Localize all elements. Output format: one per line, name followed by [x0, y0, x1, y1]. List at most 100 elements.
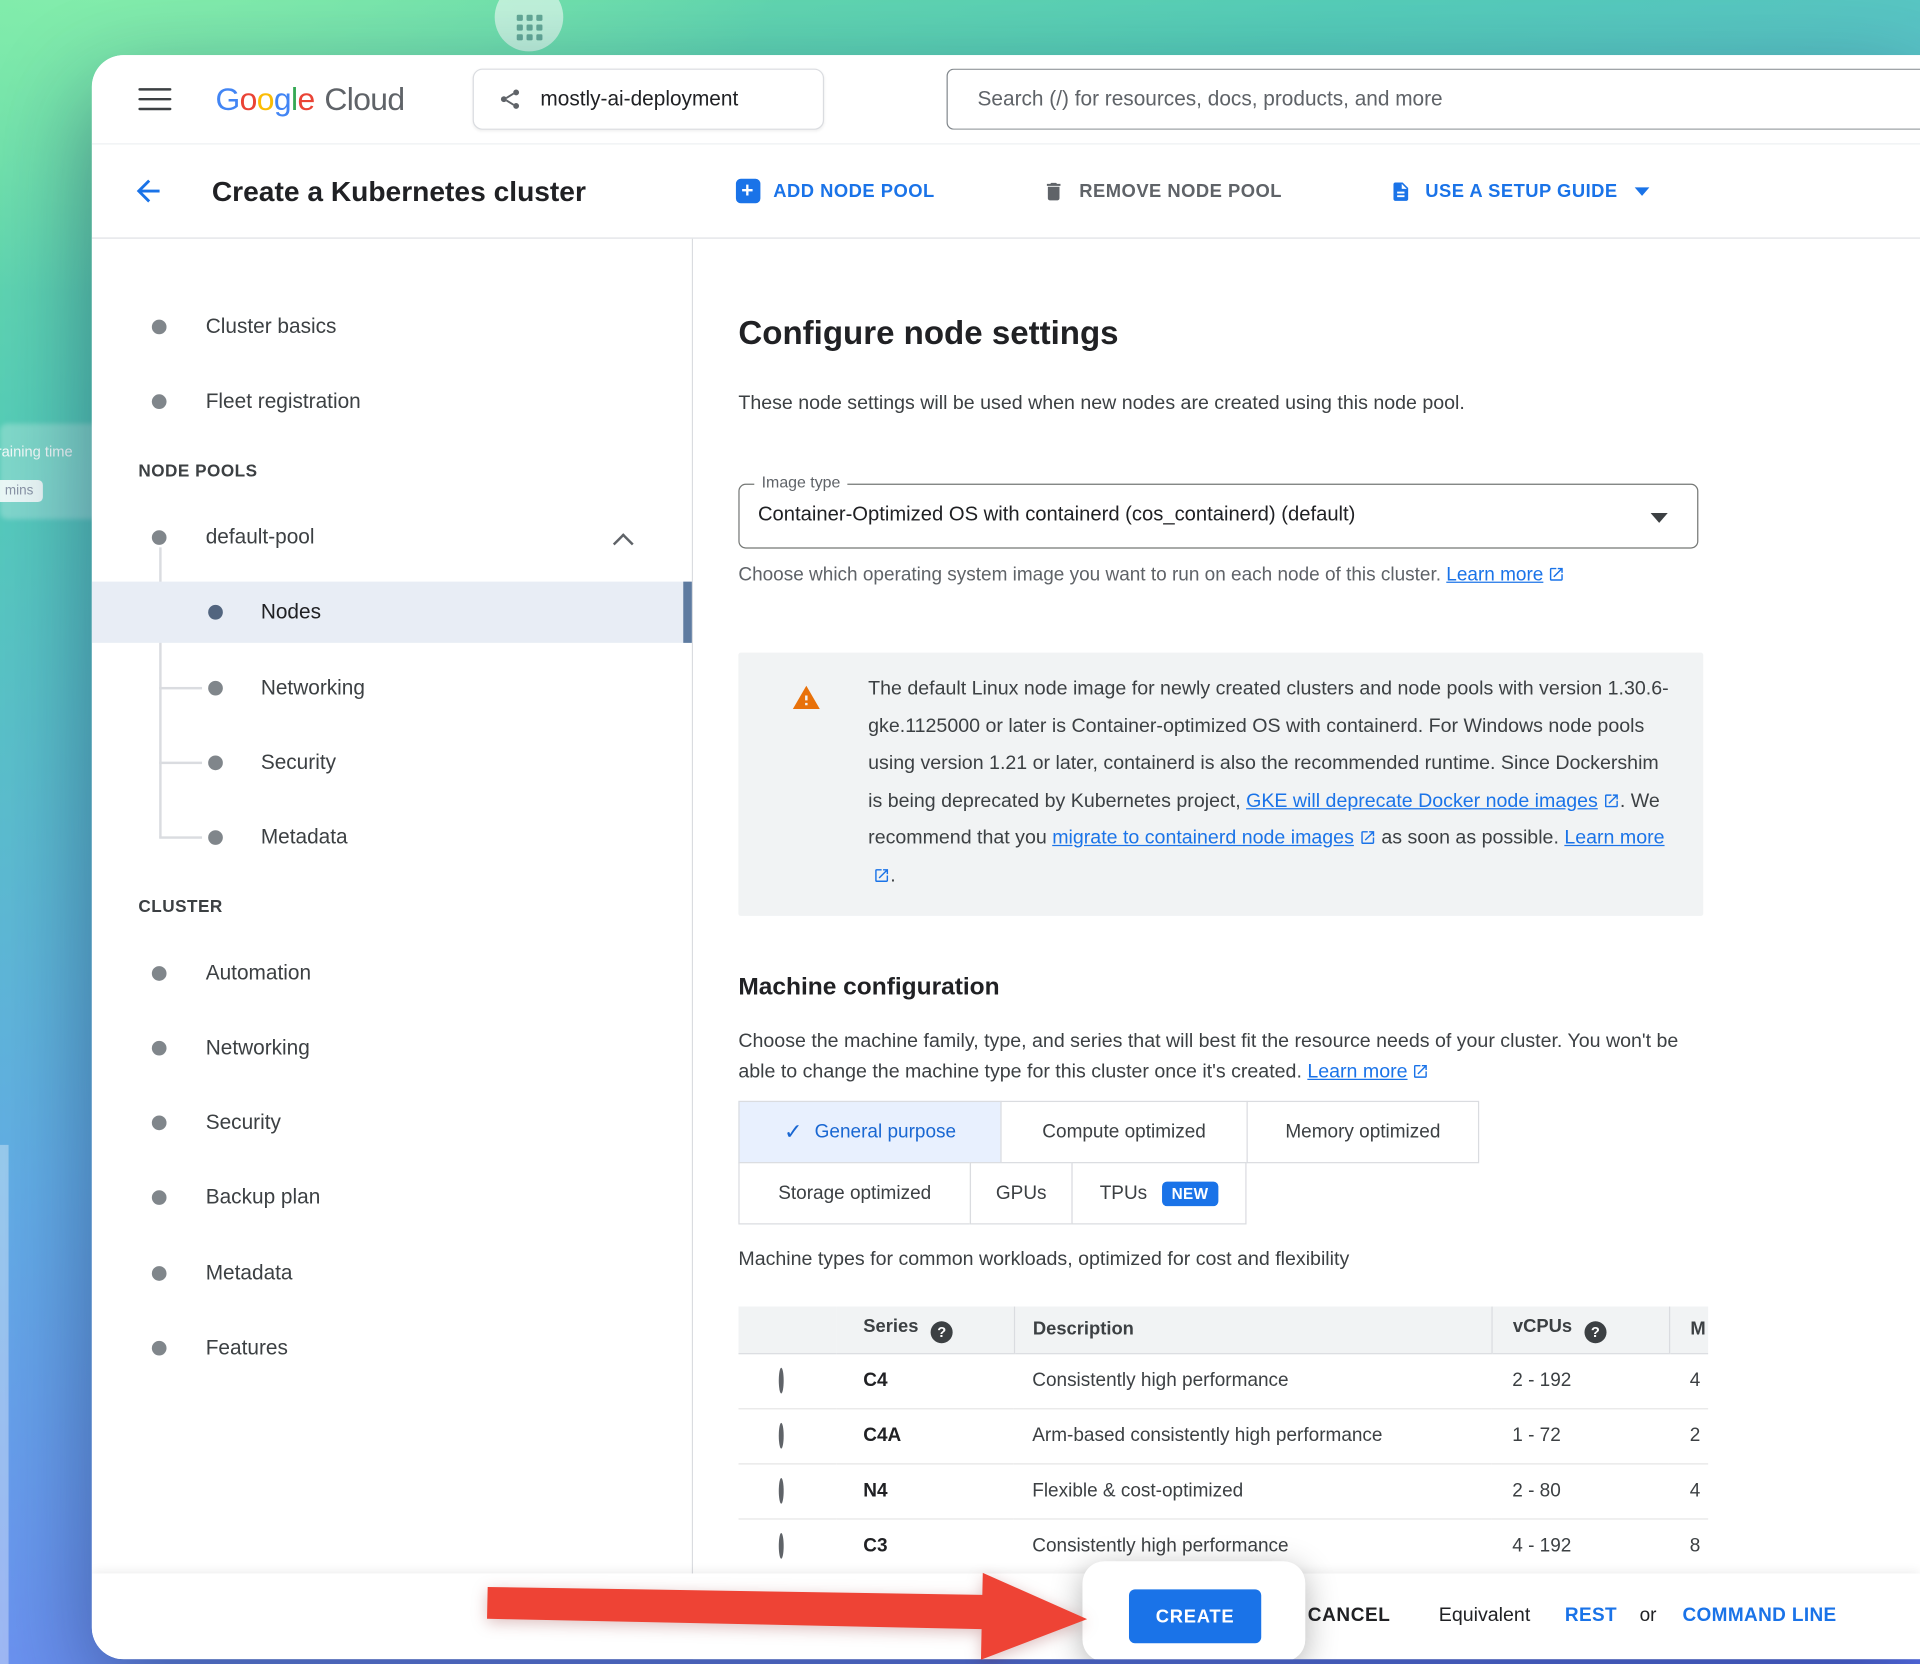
- nav-item-features[interactable]: Features: [92, 1318, 692, 1379]
- nav-item-cluster-basics[interactable]: Cluster basics: [92, 296, 692, 357]
- bullet-icon: [152, 966, 167, 981]
- tab-tpus[interactable]: TPUs NEW: [1071, 1162, 1246, 1224]
- nav-item-label: Nodes: [261, 600, 321, 624]
- learn-more-link[interactable]: Learn more: [1564, 828, 1664, 849]
- back-button[interactable]: [129, 171, 168, 210]
- machine-configuration-heading: Machine configuration: [738, 973, 999, 1001]
- memory-cell: 4: [1669, 1353, 1708, 1408]
- machine-family-tabs: ✓ General purpose Compute optimized Memo…: [738, 1101, 1479, 1225]
- table-row-n4[interactable]: N4 Flexible & cost-optimized 2 - 80 4: [738, 1463, 1708, 1518]
- series-radio[interactable]: [779, 1532, 784, 1558]
- help-icon[interactable]: ?: [931, 1321, 953, 1343]
- logo-letter: G: [216, 80, 240, 118]
- hamburger-icon: [138, 88, 171, 91]
- column-header-selector: [738, 1307, 836, 1354]
- nav-item-metadata[interactable]: Metadata: [92, 1243, 692, 1304]
- tab-memory-optimized[interactable]: Memory optimized: [1247, 1101, 1480, 1163]
- series-cell: C4A: [836, 1408, 1014, 1463]
- external-link-icon[interactable]: [1359, 829, 1376, 846]
- vcpus-cell: 2 - 80: [1491, 1463, 1669, 1518]
- settings-panel: Configure node settings These node setti…: [693, 239, 1920, 1659]
- bullet-icon: [152, 1041, 167, 1056]
- external-link-icon[interactable]: [873, 866, 890, 883]
- nav-item-pool-metadata[interactable]: Metadata: [92, 807, 692, 868]
- setup-guide-button[interactable]: USE A SETUP GUIDE: [1390, 179, 1650, 202]
- add-node-pool-label: ADD NODE POOL: [773, 181, 934, 202]
- image-type-select[interactable]: Image type Container-Optimized OS with c…: [738, 484, 1698, 549]
- vcpus-cell: 1 - 72: [1491, 1408, 1669, 1463]
- menu-button[interactable]: [138, 88, 171, 111]
- collapse-chevron-icon[interactable]: [613, 533, 634, 554]
- nav-item-pool-networking[interactable]: Networking: [92, 658, 692, 719]
- warning-banner: The default Linux node image for newly c…: [738, 653, 1703, 916]
- remove-node-pool-button[interactable]: REMOVE NODE POOL: [1043, 179, 1283, 202]
- nav-item-label: Fleet registration: [206, 389, 361, 413]
- google-cloud-logo: Google Cloud: [216, 80, 405, 118]
- add-node-pool-button[interactable]: + ADD NODE POOL: [735, 179, 934, 203]
- nav-item-networking[interactable]: Networking: [92, 1018, 692, 1079]
- background-remnant-panel: [0, 424, 100, 520]
- external-link-icon[interactable]: [1548, 566, 1565, 583]
- rest-link[interactable]: REST: [1565, 1573, 1617, 1659]
- nav-item-label: Metadata: [261, 825, 348, 849]
- tab-label: General purpose: [815, 1121, 956, 1143]
- nav-item-label: Metadata: [206, 1261, 293, 1285]
- series-radio[interactable]: [779, 1367, 784, 1393]
- nav-item-backup-plan[interactable]: Backup plan: [92, 1167, 692, 1228]
- section-description: These node settings will be used when ne…: [738, 393, 1464, 415]
- description-cell: Flexible & cost-optimized: [1014, 1463, 1492, 1518]
- bullet-icon: [152, 394, 167, 409]
- project-icon: [499, 87, 523, 111]
- tab-compute-optimized[interactable]: Compute optimized: [1000, 1101, 1247, 1163]
- trash-icon: [1043, 179, 1066, 202]
- bullet-icon: [152, 320, 167, 335]
- background-remnant-text: training time: [0, 443, 73, 460]
- command-line-link[interactable]: COMMAND LINE: [1682, 1573, 1836, 1659]
- nav-item-default-pool[interactable]: default-pool: [92, 507, 692, 568]
- external-link-icon[interactable]: [1603, 792, 1620, 809]
- nav-item-pool-security[interactable]: Security: [92, 732, 692, 793]
- machine-description-text: Choose the machine family, type, and ser…: [738, 1031, 1678, 1082]
- nav-item-automation[interactable]: Automation: [92, 943, 692, 1004]
- search-input[interactable]: [948, 87, 1920, 111]
- nav-item-label: Automation: [206, 961, 311, 985]
- table-header-row: Series? Description vCPUs? M: [738, 1307, 1708, 1354]
- table-row-c4[interactable]: C4 Consistently high performance 2 - 192…: [738, 1353, 1708, 1408]
- column-header-description: Description: [1014, 1307, 1492, 1354]
- learn-more-link[interactable]: Learn more: [1307, 1062, 1407, 1083]
- learn-more-link[interactable]: Learn more: [1446, 564, 1543, 585]
- create-button[interactable]: CREATE: [1129, 1589, 1261, 1643]
- nav-item-label: Backup plan: [206, 1185, 321, 1209]
- background-remnant-strip: [0, 1145, 9, 1664]
- bullet-icon: [152, 1116, 167, 1131]
- series-radio[interactable]: [779, 1477, 784, 1503]
- nav-item-nodes[interactable]: Nodes: [92, 582, 692, 643]
- nav-item-security[interactable]: Security: [92, 1092, 692, 1153]
- tab-general-purpose[interactable]: ✓ General purpose: [738, 1101, 1001, 1163]
- search-bar: [947, 69, 1920, 130]
- cancel-button[interactable]: CANCEL: [1308, 1573, 1391, 1659]
- tab-gpus[interactable]: GPUs: [970, 1162, 1073, 1224]
- plus-icon: +: [735, 179, 759, 203]
- external-link-icon[interactable]: [1412, 1063, 1429, 1080]
- remove-node-pool-label: REMOVE NODE POOL: [1079, 181, 1282, 202]
- nav-item-label: Cluster basics: [206, 315, 337, 339]
- nav-item-label: Features: [206, 1336, 288, 1360]
- project-name: mostly-ai-deployment: [540, 87, 738, 111]
- tab-label: GPUs: [996, 1182, 1047, 1204]
- migrate-containerd-link[interactable]: migrate to containerd node images: [1052, 828, 1354, 849]
- gke-deprecate-docker-link[interactable]: GKE will deprecate Docker node images: [1246, 790, 1598, 811]
- bullet-icon: [208, 605, 223, 620]
- bullet-icon: [208, 756, 223, 771]
- background-remnant-chip: mins: [0, 480, 43, 502]
- nav-item-fleet-registration[interactable]: Fleet registration: [92, 371, 692, 432]
- table-row-c4a[interactable]: C4A Arm-based consistently high performa…: [738, 1408, 1708, 1463]
- sidebar-scrollbar-thumb[interactable]: [683, 582, 692, 643]
- top-app-bar: Google Cloud mostly-ai-deployment: [92, 55, 1920, 144]
- series-radio[interactable]: [779, 1422, 784, 1448]
- column-header-series: Series?: [836, 1307, 1014, 1354]
- help-icon[interactable]: ?: [1584, 1321, 1606, 1343]
- tab-storage-optimized[interactable]: Storage optimized: [738, 1162, 971, 1224]
- project-selector[interactable]: mostly-ai-deployment: [473, 69, 824, 130]
- or-label: or: [1640, 1573, 1657, 1659]
